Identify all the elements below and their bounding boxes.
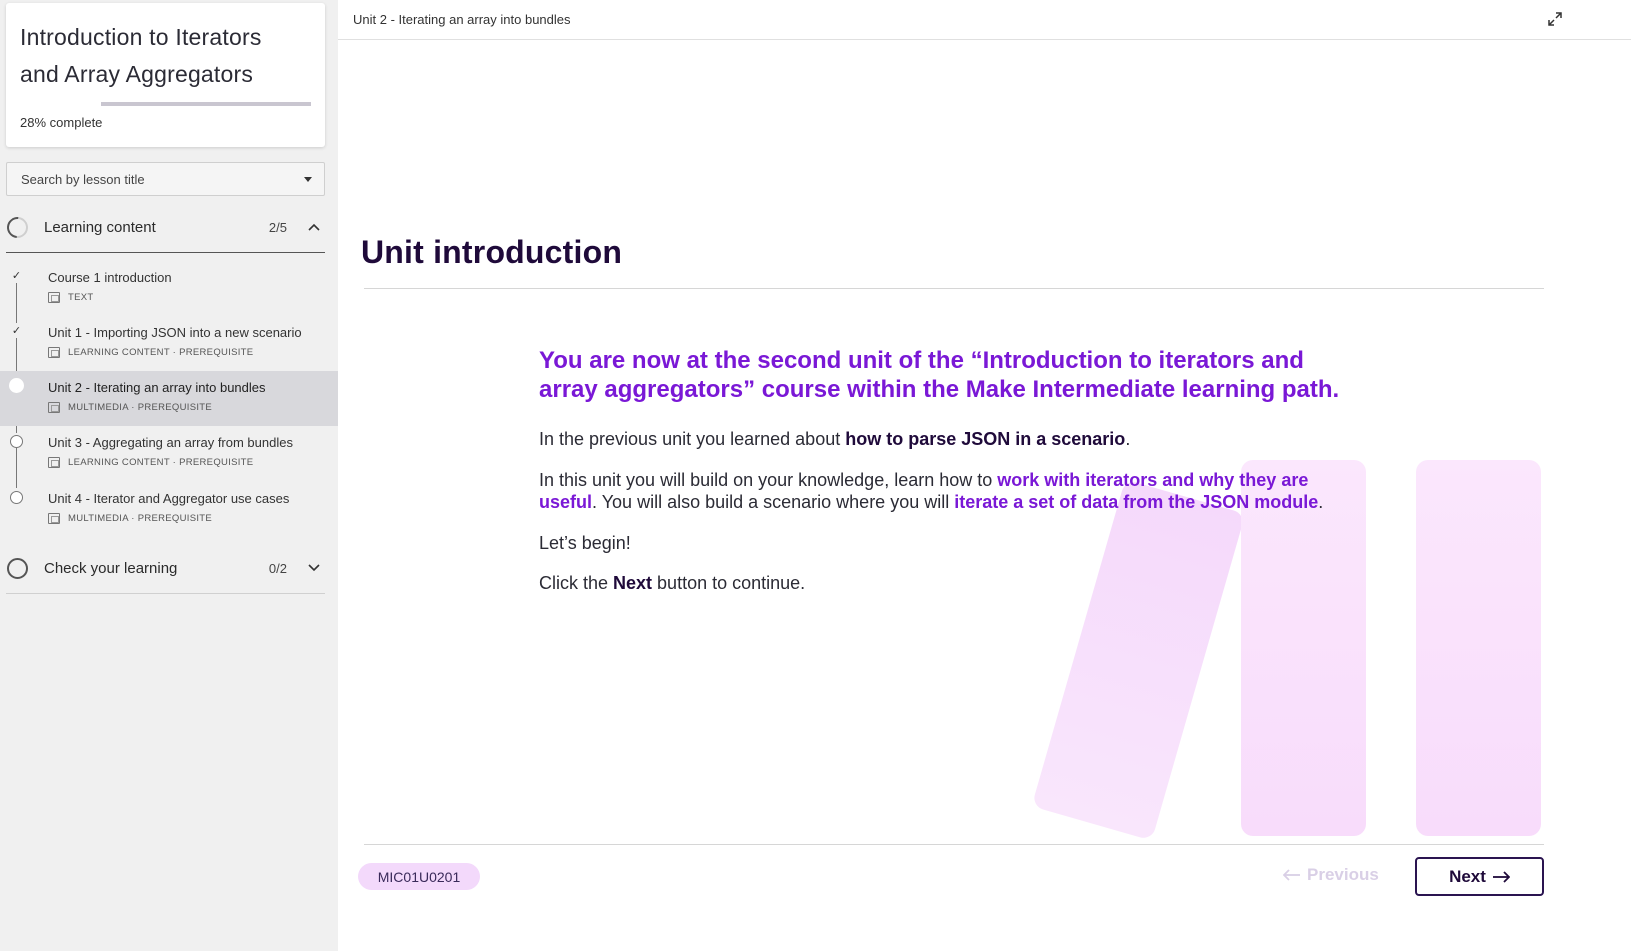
empty-circle-icon <box>10 491 23 504</box>
caret-down-icon <box>304 177 312 182</box>
previous-button[interactable]: Previous <box>1283 865 1379 885</box>
progress-percent: 28% <box>20 115 47 130</box>
lesson-title: Unit 4 - Iterator and Aggregator use cas… <box>48 491 290 506</box>
progress-complete-label: complete <box>49 115 103 130</box>
screen-icon <box>48 402 60 413</box>
text-run: Click the <box>539 573 614 593</box>
lesson-meta: LEARNING CONTENT · PREREQUISITE <box>48 347 253 358</box>
check-icon: ✓ <box>11 270 22 282</box>
lesson-meta-text: LEARNING CONTENT · PREREQUISITE <box>68 457 254 468</box>
lesson-item-current[interactable]: Unit 2 - Iterating an array into bundles… <box>0 371 338 426</box>
text-run: In this unit you will build on your know… <box>539 469 998 490</box>
screen-icon <box>48 347 60 358</box>
page-title: Unit introduction <box>361 234 623 270</box>
course-title: Introduction to Iterators and Array Aggr… <box>20 24 262 87</box>
lesson-title: Course 1 introduction <box>48 270 172 285</box>
lesson-meta: MULTIMEDIA · PREREQUISITE <box>48 402 212 413</box>
lesson-meta-text: TEXT <box>68 292 94 303</box>
lesson-item[interactable]: Unit 3 - Aggregating an array from bundl… <box>0 426 338 481</box>
text-bold: how to parse JSON in a scenario <box>845 429 1126 449</box>
lesson-code-badge: MIC01U0201 <box>358 863 480 890</box>
lesson-meta-text: MULTIMEDIA · PREREQUISITE <box>68 402 213 413</box>
text-run: . <box>1318 492 1324 512</box>
lesson-body: You are now at the second unit of the “I… <box>539 346 1359 595</box>
lesson-search-select[interactable]: Search by lesson title <box>6 162 325 196</box>
screen-icon <box>48 457 60 468</box>
section-label: Check your learning <box>44 559 178 577</box>
text-doc-icon <box>48 292 60 303</box>
arrow-right-icon <box>1492 870 1510 883</box>
paragraph-click-next: Click the Next button to continue. <box>539 572 1359 595</box>
progress-text: 28% complete <box>20 115 102 130</box>
lesson-item[interactable]: Unit 4 - Iterator and Aggregator use cas… <box>0 482 338 537</box>
text-run: In the previous unit you learned about <box>539 429 846 449</box>
previous-label: Previous <box>1307 865 1379 884</box>
text-run: . You will also build a scenario where y… <box>592 492 955 512</box>
expand-icon[interactable] <box>1547 11 1563 27</box>
footer-divider <box>364 844 1544 845</box>
next-label: Next <box>1449 866 1486 886</box>
text-highlight: iterate a set of data from the JSON modu… <box>954 492 1319 512</box>
lesson-item[interactable]: ✓ Unit 1 - Importing JSON into a new sce… <box>0 316 338 371</box>
lesson-meta-text: LEARNING CONTENT · PREREQUISITE <box>68 347 254 358</box>
section-label: Learning content <box>44 218 156 236</box>
heading-divider <box>364 288 1544 289</box>
section-progress-ring-icon <box>7 557 28 579</box>
section-header-learning-content[interactable]: Learning content 2/5 <box>2 207 325 247</box>
lesson-title: Unit 1 - Importing JSON into a new scena… <box>48 325 302 340</box>
text-run: . <box>1125 429 1131 449</box>
section-header-check-your-learning[interactable]: Check your learning 0/2 <box>6 548 325 588</box>
screen-icon <box>48 513 60 524</box>
lesson-search-label: Search by lesson title <box>21 171 145 187</box>
lesson-meta: LEARNING CONTENT · PREREQUISITE <box>48 457 253 468</box>
text-bold: Next <box>613 573 653 593</box>
section-progress-ring-icon <box>2 212 33 242</box>
check-icon: ✓ <box>11 325 22 337</box>
course-sidebar: Introduction to Iterators and Array Aggr… <box>0 0 338 951</box>
decorative-shape <box>1416 460 1541 836</box>
lesson-meta-text: MULTIMEDIA · PREREQUISITE <box>68 513 213 524</box>
lesson-meta: MULTIMEDIA · PREREQUISITE <box>48 513 212 524</box>
paragraph-previous-unit: In the previous unit you learned about h… <box>539 428 1359 451</box>
empty-circle-icon <box>10 435 23 448</box>
lesson-item[interactable]: ✓ Course 1 introduction TEXT <box>0 261 338 316</box>
chevron-down-icon[interactable] <box>307 561 321 575</box>
lesson-title: Unit 3 - Aggregating an array from bundl… <box>48 435 293 450</box>
lead-paragraph: You are now at the second unit of the “I… <box>539 347 1340 403</box>
course-card: Introduction to Iterators and Array Aggr… <box>6 3 325 147</box>
section-count: 2/5 <box>268 219 287 235</box>
section-count: 0/2 <box>268 560 287 576</box>
lesson-topbar: Unit 2 - Iterating an array into bundles <box>338 0 1631 40</box>
chevron-up-icon[interactable] <box>307 220 321 234</box>
course-progress-fill <box>101 102 311 106</box>
lesson-content-panel: Unit 2 - Iterating an array into bundles… <box>338 0 1631 951</box>
course-progress-bar <box>101 102 311 106</box>
lesson-title: Unit 2 - Iterating an array into bundles <box>48 380 266 395</box>
breadcrumb: Unit 2 - Iterating an array into bundles <box>353 12 571 27</box>
arrow-left-icon <box>1283 869 1300 881</box>
lesson-meta: TEXT <box>48 292 93 303</box>
current-lesson-dot-icon <box>9 378 24 393</box>
section-divider <box>6 252 325 253</box>
next-button[interactable]: Next <box>1415 857 1544 896</box>
paragraph-lets-begin: Let’s begin! <box>539 532 631 553</box>
text-run: button to continue. <box>652 573 806 593</box>
paragraph-this-unit: In this unit you will build on your know… <box>539 469 1359 514</box>
section-divider <box>6 593 325 594</box>
